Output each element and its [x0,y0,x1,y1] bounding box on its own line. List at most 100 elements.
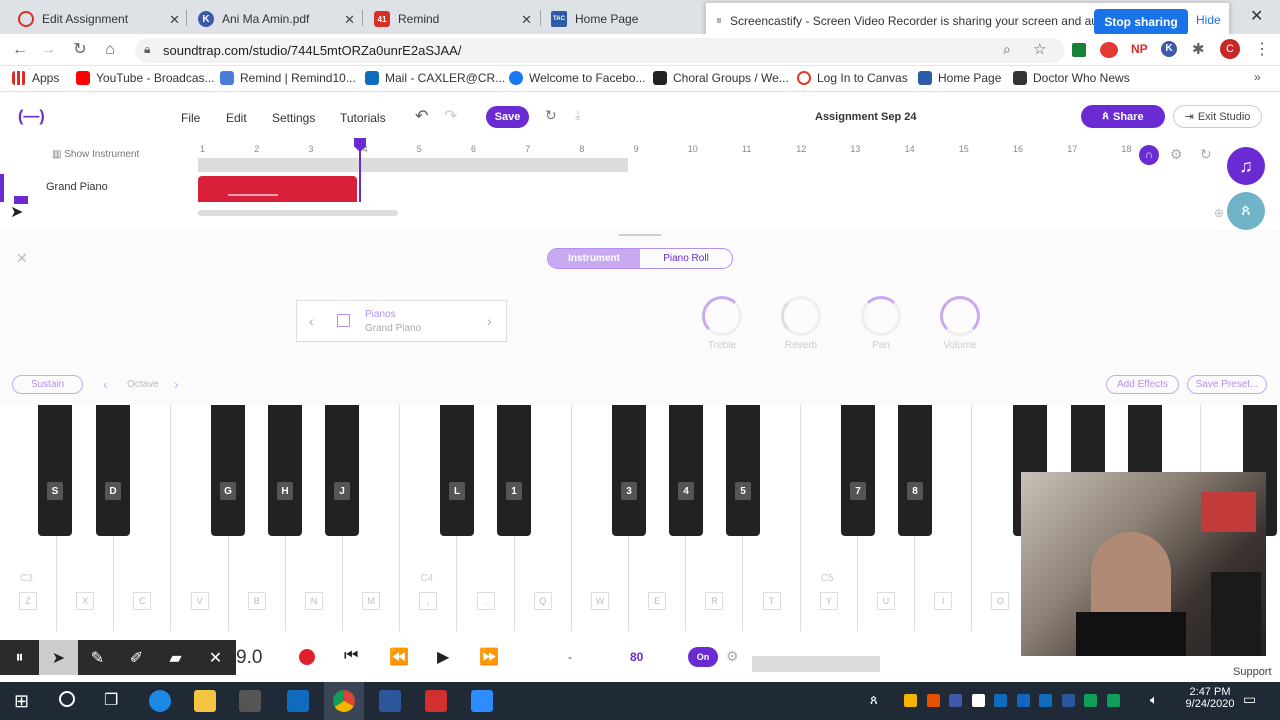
bookmark-youtube[interactable]: YouTube - Broadcas... [76,71,215,85]
master-volume-bar[interactable] [752,656,880,672]
play-icon[interactable]: ▶ [437,647,449,667]
black-key[interactable]: G [211,405,245,536]
black-key[interactable]: S [38,405,72,536]
download-icon[interactable]: ⤓ [575,107,581,123]
bookmark-facebook[interactable]: Welcome to Facebo... [509,71,646,85]
camera-toggle-icon[interactable]: ▰ [156,640,195,675]
extensions-puzzle-icon[interactable]: ✱ [1192,40,1205,58]
outlook-app-icon[interactable] [287,690,309,712]
menu-tutorials[interactable]: Tutorials [340,111,386,125]
tempo-display[interactable]: 80 [630,650,643,664]
chrome-app-icon[interactable] [333,690,355,712]
pan-knob[interactable] [861,296,901,336]
pen-tool-icon[interactable]: ✎ [78,640,117,675]
kami-extension-icon[interactable]: K [1161,41,1177,57]
black-key[interactable]: 8 [898,405,932,536]
tray-word-icon[interactable] [1061,694,1075,707]
sustain-button[interactable]: Sustain [12,375,83,394]
bookmark-apps[interactable]: Apps [12,71,59,85]
next-instrument-icon[interactable]: › [487,313,492,329]
file-explorer-icon[interactable] [194,690,216,712]
tab-pdf[interactable]: K Ani Ma Amin.pdf ✕ [188,4,363,34]
word-app-icon[interactable] [379,690,401,712]
cursor-tool-icon[interactable]: ➤ [39,640,78,675]
browser-menu-icon[interactable]: ⋮ [1254,39,1270,59]
tray-outlook-icon[interactable] [994,694,1007,707]
black-key[interactable]: D [96,405,130,536]
tab-instrument[interactable]: Instrument [548,249,640,268]
np-extension-icon[interactable]: NP [1131,42,1148,56]
octave-down-icon[interactable]: ‹ [103,376,108,392]
pause-recording-icon[interactable]: ⏸ [0,640,39,675]
bookmark-home-page[interactable]: Home Page [918,71,1001,85]
tray-app-icon[interactable] [949,694,962,707]
bookmark-doctor-who[interactable]: Doctor Who News [1013,71,1130,85]
black-key[interactable]: 7 [841,405,875,536]
zoom-icon[interactable]: ⌕ [1003,41,1011,58]
bookmark-remind[interactable]: Remind | Remind10... [220,71,356,85]
tray-check-icon[interactable] [1106,694,1120,707]
black-key[interactable]: 1 [497,405,531,536]
horizontal-scrollbar[interactable] [198,210,398,216]
history-icon[interactable]: ↻ [545,107,557,124]
download-extension-icon[interactable] [1072,43,1086,57]
close-tab-icon[interactable]: ✕ [169,12,180,28]
tray-teams-icon[interactable] [1016,694,1030,707]
clock[interactable]: 2:47 PM 9/24/2020 [1180,686,1240,710]
exit-studio-button[interactable]: ⇥ Exit Studio [1173,105,1262,128]
previous-instrument-icon[interactable]: ‹ [309,313,314,329]
panel-resize-handle[interactable] [619,234,661,236]
track-name[interactable]: Grand Piano [46,181,108,193]
refresh-icon[interactable]: ↻ [1200,146,1212,163]
metronome-settings-icon[interactable]: ⚙ [726,648,739,665]
menu-settings[interactable]: Settings [272,111,315,125]
collaborate-fab-icon[interactable]: ጰ [1227,192,1265,230]
profile-avatar[interactable]: C [1220,39,1240,59]
speaker-icon[interactable]: 🔈︎ [1150,692,1158,708]
save-button[interactable]: Save [486,106,529,128]
black-key[interactable]: 5 [726,405,760,536]
close-panel-icon[interactable]: ✕ [16,250,28,267]
show-instrument-toggle[interactable]: ▥ Show Instrument [52,149,139,160]
redo-icon[interactable]: ↷ [444,106,457,126]
bookmark-mail[interactable]: Mail - CAXLER@CR... [365,71,505,85]
store-icon[interactable] [239,690,261,712]
add-music-fab-icon[interactable]: ♫ [1227,147,1265,185]
support-link[interactable]: Support [1233,666,1272,678]
save-preset-button[interactable]: Save Preset... [1187,375,1267,394]
task-view-icon[interactable]: ❐ [104,690,118,710]
url-field[interactable]: 🔒︎ soundtrap.com/studio/744L5mtORZa0unrE… [135,38,1065,63]
share-button[interactable]: ጰ Share [1081,105,1165,128]
people-icon[interactable]: ጰ [870,692,878,708]
bookmark-canvas[interactable]: Log In to Canvas [797,71,908,85]
tray-cloud-icon[interactable] [971,694,985,707]
rewind-to-start-icon[interactable]: ⏮ [344,647,358,665]
zoom-app-icon[interactable] [471,690,493,712]
tab-piano-roll[interactable]: Piano Roll [640,249,732,268]
midi-clip[interactable] [198,176,357,202]
add-effects-button[interactable]: Add Effects [1106,375,1179,394]
loop-region[interactable] [198,158,628,172]
black-key[interactable]: J [325,405,359,536]
bookmark-star-icon[interactable]: ☆ [1033,40,1046,58]
more-bookmarks-icon[interactable]: » [1254,70,1261,84]
key-display[interactable]: - [568,650,572,664]
drag-handle-icon[interactable]: ⏸ [716,13,722,28]
tab-edit-assignment[interactable]: Edit Assignment ✕ [8,4,188,34]
edge-browser-icon[interactable] [149,690,171,712]
tray-update-icon[interactable] [926,694,940,707]
reverb-knob[interactable] [781,296,821,336]
black-key[interactable]: H [268,405,302,536]
tab-remind[interactable]: 41 Remind ✕ [364,4,540,34]
acrobat-app-icon[interactable] [425,690,447,712]
menu-file[interactable]: File [181,111,200,125]
tab-home-page[interactable]: TAC Home Page [541,4,711,34]
record-button[interactable] [299,649,315,665]
undo-icon[interactable]: ↶ [415,106,428,126]
windows-start-icon[interactable]: ⊞ [14,691,29,712]
instrument-selector[interactable]: ‹ Pianos Grand Piano › [296,300,507,342]
black-key[interactable]: 3 [612,405,646,536]
bookmark-choral[interactable]: Choral Groups / We... [653,71,789,85]
reload-icon[interactable]: ↻ [70,40,90,60]
close-tab-icon[interactable]: ✕ [521,12,532,28]
